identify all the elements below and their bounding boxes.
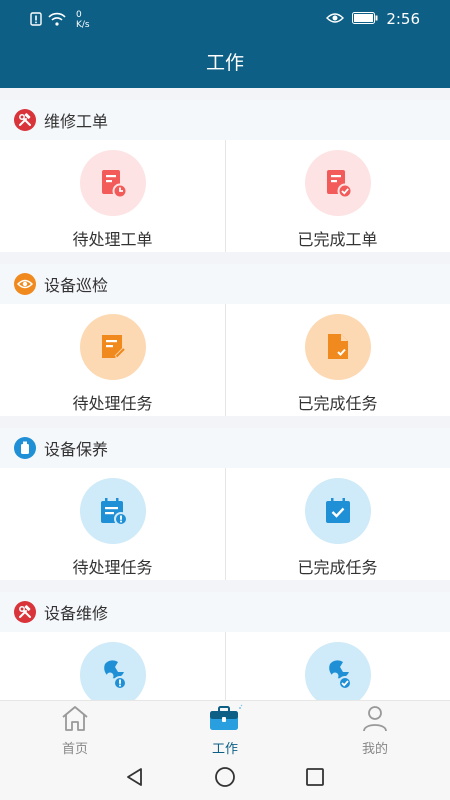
card-row	[0, 632, 450, 700]
card-label: 待处理任务	[72, 558, 153, 577]
card-pending-orders[interactable]: 待处理工单	[0, 140, 225, 252]
completed-calendar-icon	[304, 478, 371, 544]
network-speed: 0 K/s	[76, 10, 90, 30]
section-title: 设备巡检	[44, 276, 109, 295]
tab-label: 工作	[211, 741, 238, 757]
tab-work[interactable]: 工作	[150, 701, 300, 759]
card-row: 待处理工单 已完成工单	[0, 140, 450, 252]
section-maintenance: 设备保养 待处理任务 已完成任务	[0, 428, 450, 580]
home-icon	[60, 704, 90, 736]
recents-square-icon[interactable]	[304, 766, 326, 792]
card-label: 已完成任务	[297, 394, 378, 413]
card-label: 待处理工单	[72, 230, 153, 249]
bottom-tab-bar: 首页 工作 我的	[0, 700, 450, 759]
card-completed-repair[interactable]	[225, 632, 450, 700]
card-label: 待处理任务	[72, 394, 153, 413]
wifi-icon	[48, 12, 66, 29]
completed-order-icon	[304, 150, 371, 216]
section-header: 维修工单	[0, 100, 450, 140]
network-speed-value: 0	[76, 10, 82, 20]
card-completed-maintenance[interactable]: 已完成任务	[225, 468, 450, 580]
card-row: 待处理任务 已完成任务	[0, 468, 450, 580]
page-title: 工作	[205, 52, 244, 74]
card-pending-maintenance[interactable]: 待处理任务	[0, 468, 225, 580]
tab-label: 我的	[361, 741, 388, 757]
battery-icon	[352, 10, 378, 28]
status-bar: 0 K/s 2:56	[0, 0, 450, 38]
network-speed-unit: K/s	[76, 20, 90, 30]
card-completed-orders[interactable]: 已完成工单	[225, 140, 450, 252]
tab-label: 首页	[61, 741, 88, 757]
section-header: 设备维修	[0, 592, 450, 632]
alert-icon	[30, 11, 42, 29]
completed-task-icon	[304, 314, 371, 380]
tab-mine[interactable]: 我的	[300, 701, 450, 759]
section-header: 设备巡检	[0, 264, 450, 304]
card-row: 待处理任务 已完成任务	[0, 304, 450, 416]
pending-calendar-icon	[79, 478, 146, 544]
section-title: 设备保养	[44, 440, 109, 459]
card-label: 已完成工单	[297, 230, 378, 249]
home-circle-icon[interactable]	[214, 766, 236, 792]
section-header: 设备保养	[0, 428, 450, 468]
section-inspection: 设备巡检 待处理任务 已完成任务	[0, 264, 450, 416]
section-title: 维修工单	[44, 112, 109, 131]
title-bar: 工作	[0, 38, 450, 88]
card-pending-inspection[interactable]: 待处理任务	[0, 304, 225, 416]
pending-task-icon	[79, 314, 146, 380]
card-completed-inspection[interactable]: 已完成任务	[225, 304, 450, 416]
section-equipment-repair: 设备维修	[0, 592, 450, 700]
section-repair-orders: 维修工单 待处理工单 已完成工单	[0, 100, 450, 252]
back-icon[interactable]	[124, 766, 146, 792]
pending-order-icon	[79, 150, 146, 216]
card-pending-repair[interactable]	[0, 632, 225, 700]
maintenance-icon	[14, 437, 36, 459]
work-content[interactable]: 维修工单 待处理工单 已完成工单 设备巡检 待处理任务 已完成任务 设备保养 待…	[0, 88, 450, 700]
card-label: 已完成任务	[297, 558, 378, 577]
eye-comfort-icon	[326, 10, 345, 28]
pending-repair-icon	[79, 642, 146, 700]
wrench-hammer-icon	[14, 109, 36, 131]
clock: 2:56	[386, 10, 420, 28]
briefcase-icon	[207, 704, 243, 736]
wrench-hammer-icon	[14, 601, 36, 623]
user-icon	[361, 704, 389, 736]
eye-icon	[14, 273, 36, 295]
system-nav-bar	[0, 758, 450, 800]
section-title: 设备维修	[44, 604, 109, 623]
tab-home[interactable]: 首页	[0, 701, 150, 759]
completed-repair-icon	[304, 642, 371, 700]
